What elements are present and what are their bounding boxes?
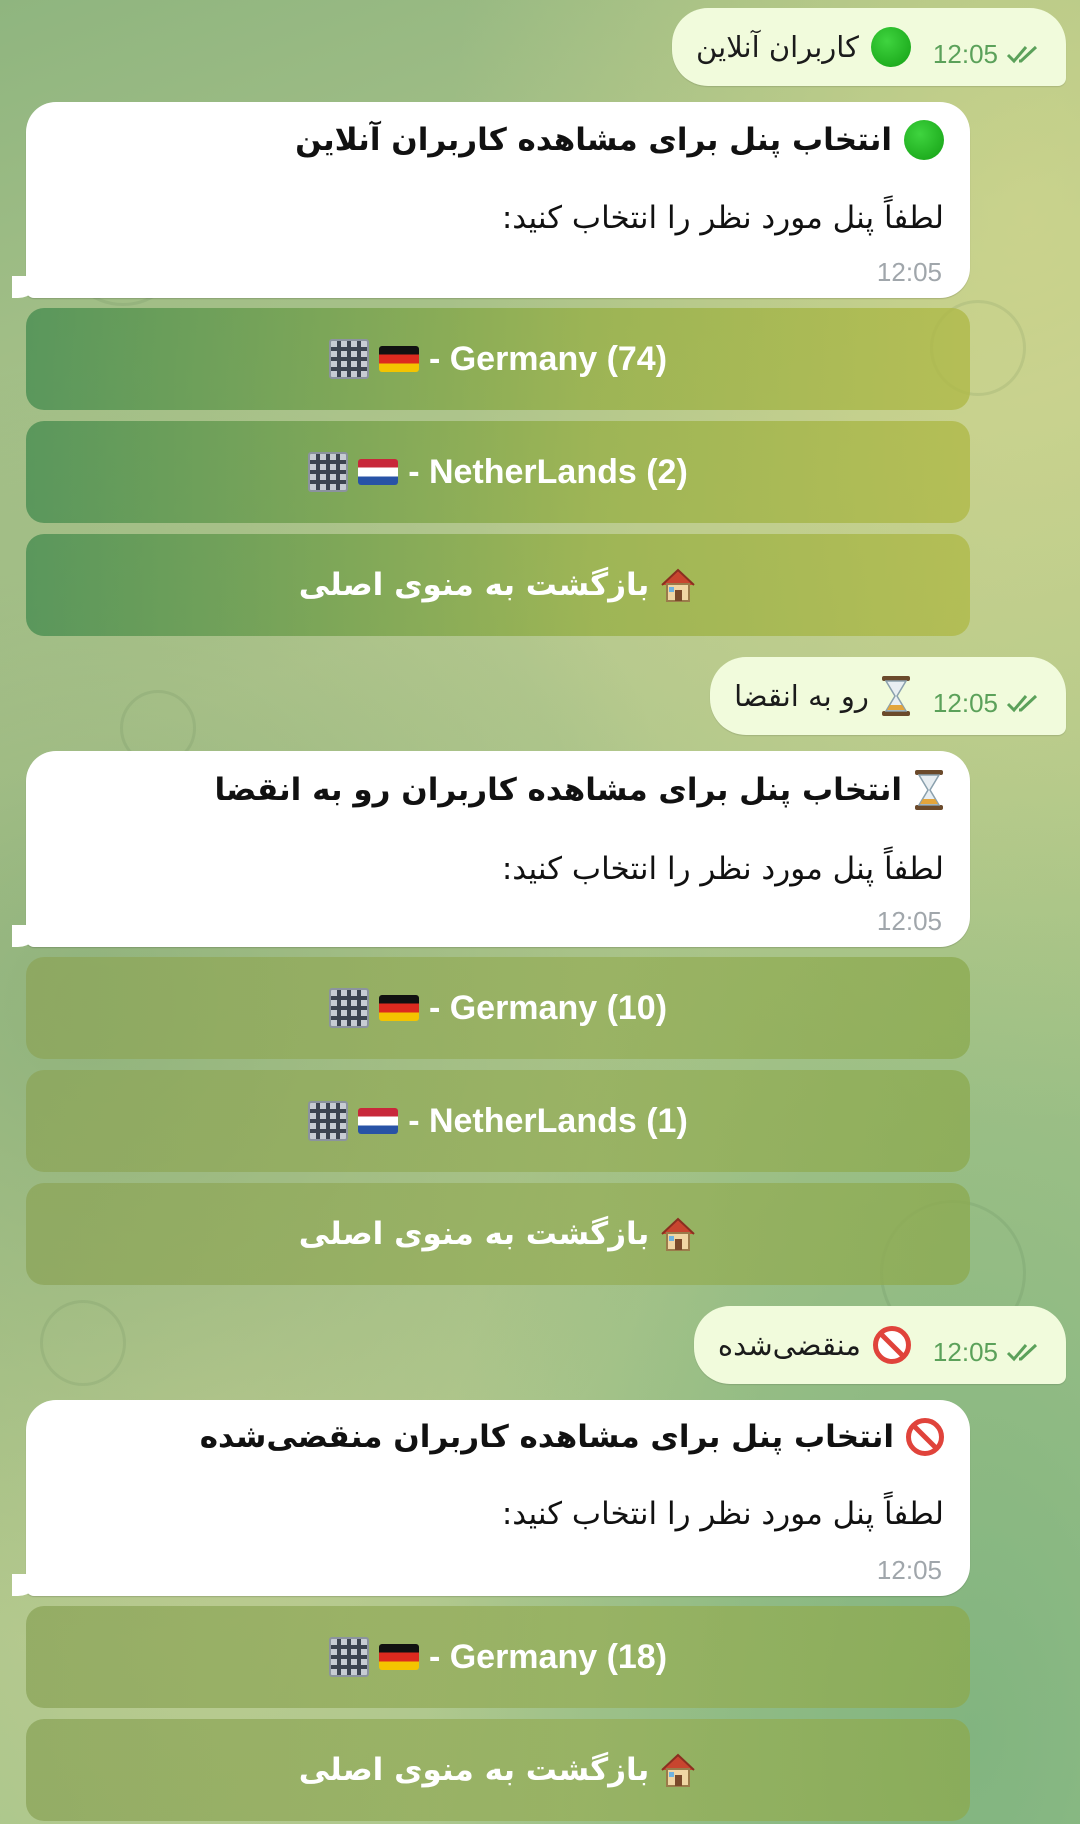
flag-netherlands-icon — [358, 459, 399, 485]
panel-netherlands-button[interactable]: - NetherLands (1) — [26, 1070, 970, 1172]
outgoing-message[interactable]: 12:05 رو به انقضا — [710, 657, 1066, 735]
message-time: 12:05 — [932, 687, 998, 718]
double-check-icon — [1006, 694, 1038, 713]
message-time: 12:05 — [876, 257, 942, 287]
panel-germany-button[interactable]: - Germany (18) — [26, 1606, 970, 1708]
message-text: منقضی‌شده — [717, 1328, 861, 1362]
message-text: کاربران آنلاین — [696, 30, 859, 64]
message-time: 12:05 — [932, 38, 998, 69]
message-title: انتخاب پنل برای مشاهده کاربران منقضی‌شده — [199, 1419, 894, 1455]
message-time: 12:05 — [876, 1555, 942, 1585]
back-to-main-menu-button[interactable]: بازگشت به منوی اصلی — [26, 1719, 970, 1821]
button-label: بازگشت به منوی اصلی — [298, 1216, 650, 1252]
flag-germany-icon — [378, 1644, 419, 1670]
message-body: لطفاً پنل مورد نظر را انتخاب کنید: — [501, 1496, 944, 1532]
button-label: - Germany (74) — [428, 339, 668, 378]
panel-netherlands-button[interactable]: - NetherLands (2) — [26, 421, 970, 523]
background-doodle — [40, 1300, 126, 1386]
message-title: انتخاب پنل برای مشاهده کاربران رو به انق… — [214, 772, 902, 808]
bubble-tail — [12, 925, 40, 947]
button-label: بازگشت به منوی اصلی — [298, 567, 650, 603]
forbidden-icon — [906, 1418, 944, 1456]
button-label: بازگشت به منوی اصلی — [298, 1752, 650, 1788]
double-check-icon — [1006, 1343, 1038, 1362]
house-icon — [661, 568, 696, 602]
bot-message: انتخاب پنل برای مشاهده کاربران منقضی‌شده… — [12, 1400, 970, 1596]
panel-germany-button[interactable]: - Germany (10) — [26, 957, 970, 1059]
message-time: 12:05 — [932, 1336, 998, 1367]
bubble-tail — [12, 276, 40, 298]
outgoing-message[interactable]: 12:05 منقضی‌شده — [693, 1306, 1066, 1384]
hourglass-icon — [915, 770, 943, 810]
bubble-tail — [12, 1574, 40, 1596]
building-icon — [328, 339, 369, 379]
back-to-main-menu-button[interactable]: بازگشت به منوی اصلی — [26, 1183, 970, 1285]
house-icon — [661, 1217, 696, 1251]
bot-message: انتخاب پنل برای مشاهده کاربران آنلاین لط… — [12, 102, 970, 298]
outgoing-message[interactable]: 12:05 کاربران آنلاین — [672, 8, 1066, 86]
building-icon — [328, 988, 369, 1028]
building-icon — [308, 452, 349, 492]
panel-germany-button[interactable]: - Germany (74) — [26, 308, 970, 410]
button-label: - NetherLands (1) — [408, 1101, 688, 1140]
forbidden-icon — [872, 1326, 911, 1364]
message-text: رو به انقضا — [734, 679, 869, 713]
double-check-icon — [1006, 45, 1038, 64]
back-to-main-menu-button[interactable]: بازگشت به منوی اصلی — [26, 534, 970, 636]
message-body: لطفاً پنل مورد نظر را انتخاب کنید: — [501, 851, 944, 887]
flag-netherlands-icon — [358, 1108, 399, 1134]
green-circle-icon — [904, 120, 944, 160]
message-title: انتخاب پنل برای مشاهده کاربران آنلاین — [295, 122, 892, 158]
message-body: لطفاً پنل مورد نظر را انتخاب کنید: — [501, 200, 944, 236]
button-label: - Germany (18) — [428, 1637, 668, 1676]
green-circle-icon — [870, 27, 911, 67]
message-time: 12:05 — [876, 906, 942, 936]
flag-germany-icon — [378, 346, 419, 372]
building-icon — [328, 1637, 369, 1677]
flag-germany-icon — [378, 995, 419, 1021]
house-icon — [661, 1753, 696, 1787]
button-label: - Germany (10) — [428, 988, 668, 1027]
button-label: - NetherLands (2) — [408, 452, 688, 491]
bot-message: انتخاب پنل برای مشاهده کاربران رو به انق… — [12, 751, 970, 947]
hourglass-icon — [881, 676, 910, 716]
building-icon — [308, 1101, 349, 1141]
